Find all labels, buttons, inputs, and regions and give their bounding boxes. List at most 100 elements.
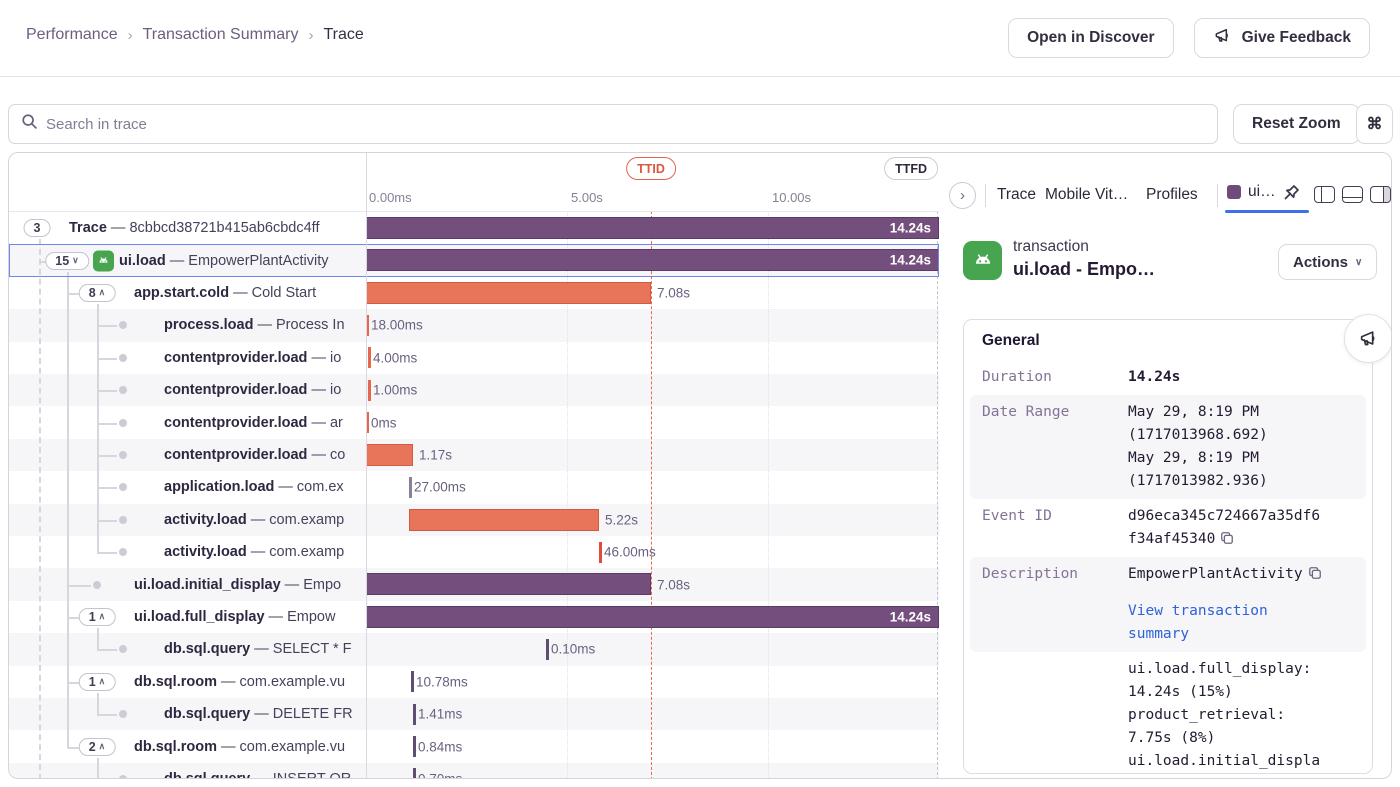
trace-tree-row[interactable]: activity.load — com.examp <box>9 504 366 536</box>
span-leaf-dot <box>119 775 127 779</box>
chevron-up-icon: ∧ <box>99 287 106 298</box>
span-bar-row[interactable]: 0.84ms <box>366 730 939 762</box>
detail-row: Event IDd96eca345c724667a35df6f34af45340 <box>970 499 1366 557</box>
copy-icon[interactable] <box>1308 566 1322 580</box>
trace-tree-row[interactable]: 15∨ui.load — EmpowerPlantActivity <box>9 244 366 276</box>
trace-tree-row[interactable]: 2∧db.sql.room — com.example.vu <box>9 730 366 762</box>
span-duration-tick[interactable] <box>411 671 414 692</box>
span-duration-tick[interactable] <box>413 736 416 757</box>
span-duration-tick[interactable] <box>413 768 416 779</box>
ttfd-marker-pill[interactable]: TTFD <box>884 157 938 180</box>
detail-row: Date RangeMay 29, 8:19 PM(1717013968.692… <box>970 395 1366 499</box>
span-bar-row[interactable]: 18.00ms <box>366 309 939 341</box>
chevron-up-icon: ∧ <box>99 741 106 752</box>
trace-tree-row[interactable]: 3 Trace — 8cbbcd38721b415ab6cbdc4ff <box>9 212 366 244</box>
tab-profiles[interactable]: Profiles <box>1146 186 1198 204</box>
feedback-megaphone-button[interactable] <box>1344 314 1392 363</box>
span-bar-row[interactable]: 14.24s <box>366 212 939 244</box>
span-bar-row[interactable]: 0.10ms <box>366 633 939 665</box>
trace-tree-row[interactable]: 8∧app.start.cold — Cold Start <box>9 277 366 309</box>
trace-tree-row[interactable]: activity.load — com.examp <box>9 536 366 568</box>
open-in-discover-button[interactable]: Open in Discover <box>1008 18 1173 58</box>
trace-tree-row[interactable]: contentprovider.load — io <box>9 374 366 406</box>
span-duration-bar[interactable]: 14.24s <box>366 249 939 271</box>
span-bar-row[interactable]: 1.00ms <box>366 374 939 406</box>
span-count-badge[interactable]: 8∧ <box>79 284 116 302</box>
span-duration-bar[interactable]: 14.24s <box>366 217 939 239</box>
span-duration-bar[interactable] <box>366 282 651 304</box>
view-transaction-summary-link[interactable]: View transaction <box>1128 600 1360 623</box>
span-count-badge[interactable]: 2∧ <box>79 738 116 756</box>
span-bar-row[interactable]: 7.08s <box>366 568 939 600</box>
trace-tree-row[interactable]: 1∧ui.load.full_display — Empow <box>9 601 366 633</box>
breadcrumb-performance[interactable]: Performance <box>26 26 118 44</box>
span-bar-row[interactable]: 10.78ms <box>366 666 939 698</box>
span-count-badge[interactable]: 1∧ <box>79 673 116 691</box>
tab-mobile-vitals[interactable]: Mobile Vit… <box>1045 186 1128 204</box>
reset-zoom-button[interactable]: Reset Zoom <box>1233 104 1360 144</box>
tree-timeline-divider[interactable] <box>366 153 367 779</box>
duration-label: 0ms <box>371 415 397 430</box>
collapse-panel-button[interactable]: › <box>949 182 976 209</box>
actions-dropdown-button[interactable]: Actions∨ <box>1278 244 1377 280</box>
span-bar-row[interactable]: 5.22s <box>366 504 939 536</box>
ttid-marker-pill[interactable]: TTID <box>626 157 676 180</box>
tab-trace[interactable]: Trace <box>997 186 1036 204</box>
span-duration-tick[interactable] <box>368 380 371 401</box>
give-feedback-button[interactable]: Give Feedback <box>1194 18 1370 58</box>
trace-tree-row[interactable]: contentprovider.load — io <box>9 342 366 374</box>
span-bar-row[interactable]: 14.24s <box>366 244 939 276</box>
span-bar-row[interactable]: 4.00ms <box>366 342 939 374</box>
span-label: db.sql.query — SELECT * F <box>164 641 351 657</box>
detail-row-value: ui.load.full_display:14.24s (15%)product… <box>1128 658 1360 774</box>
trace-tree-row[interactable]: db.sql.query — INSERT OR <box>9 763 366 779</box>
span-label: Trace — 8cbbcd38721b415ab6cbdc4ff <box>69 220 319 236</box>
pin-tab-icon[interactable] <box>1281 184 1300 208</box>
span-label: contentprovider.load — co <box>164 447 345 463</box>
span-duration-tick[interactable] <box>546 639 549 660</box>
span-bar-row[interactable]: 1.17s <box>366 439 939 471</box>
span-bar-row[interactable]: 27.00ms <box>366 471 939 503</box>
breadcrumb-transaction-summary[interactable]: Transaction Summary <box>143 26 299 44</box>
span-duration-bar[interactable] <box>366 444 413 466</box>
shortcut-command-button[interactable]: ⌘ <box>1356 104 1393 144</box>
view-transaction-summary-link[interactable]: summary <box>1128 623 1360 646</box>
trace-tree-row[interactable]: contentprovider.load — ar <box>9 406 366 438</box>
span-count-badge[interactable]: 15∨ <box>45 252 89 270</box>
trace-tree-row[interactable]: db.sql.query — SELECT * F <box>9 633 366 665</box>
trace-tree-row[interactable]: db.sql.query — DELETE FR <box>9 698 366 730</box>
span-bar-row[interactable]: 7.08s <box>366 277 939 309</box>
span-duration-bar[interactable] <box>409 509 599 531</box>
span-count-badge[interactable]: 1∧ <box>79 608 116 626</box>
trace-tree-row[interactable]: contentprovider.load — co <box>9 439 366 471</box>
trace-tree-row[interactable]: 1∧db.sql.room — com.example.vu <box>9 666 366 698</box>
copy-icon[interactable] <box>1220 531 1234 545</box>
span-duration-tick[interactable] <box>413 704 416 725</box>
section-title: General <box>970 328 1366 360</box>
span-duration-tick[interactable] <box>368 347 371 368</box>
span-bar-row[interactable]: 0ms <box>366 406 939 438</box>
span-duration-bar[interactable]: 14.24s <box>366 606 939 628</box>
layout-right-panel-icon[interactable] <box>1370 186 1391 203</box>
tab-ui-transaction[interactable]: ui… <box>1227 183 1276 201</box>
span-bar-row[interactable]: 46.00ms <box>366 536 939 568</box>
transaction-type-label: transaction <box>1013 238 1089 256</box>
trace-tree-row[interactable]: ui.load.initial_display — Empo <box>9 568 366 600</box>
breadcrumb-trace: Trace <box>324 26 364 44</box>
span-duration-tick[interactable] <box>409 477 412 498</box>
span-count-badge[interactable]: 3 <box>24 219 51 237</box>
duration-label: 27.00ms <box>414 480 466 495</box>
span-bar-row[interactable]: 0.70ms <box>366 763 939 779</box>
chevron-up-icon: ∧ <box>99 611 106 622</box>
search-input[interactable]: Search in trace <box>8 104 1218 144</box>
detail-row-value: 14.24s <box>1128 366 1360 389</box>
span-bar-row[interactable]: 1.41ms <box>366 698 939 730</box>
layout-bottom-panel-icon[interactable] <box>1342 186 1363 203</box>
trace-tree-row[interactable]: application.load — com.ex <box>9 471 366 503</box>
span-duration-bar[interactable] <box>366 573 651 595</box>
layout-left-panel-icon[interactable] <box>1314 186 1335 203</box>
span-duration-tick[interactable] <box>599 542 602 563</box>
span-bar-row[interactable]: 14.24s <box>366 601 939 633</box>
duration-label: 0.70ms <box>418 771 462 779</box>
trace-tree-row[interactable]: process.load — Process In <box>9 309 366 341</box>
